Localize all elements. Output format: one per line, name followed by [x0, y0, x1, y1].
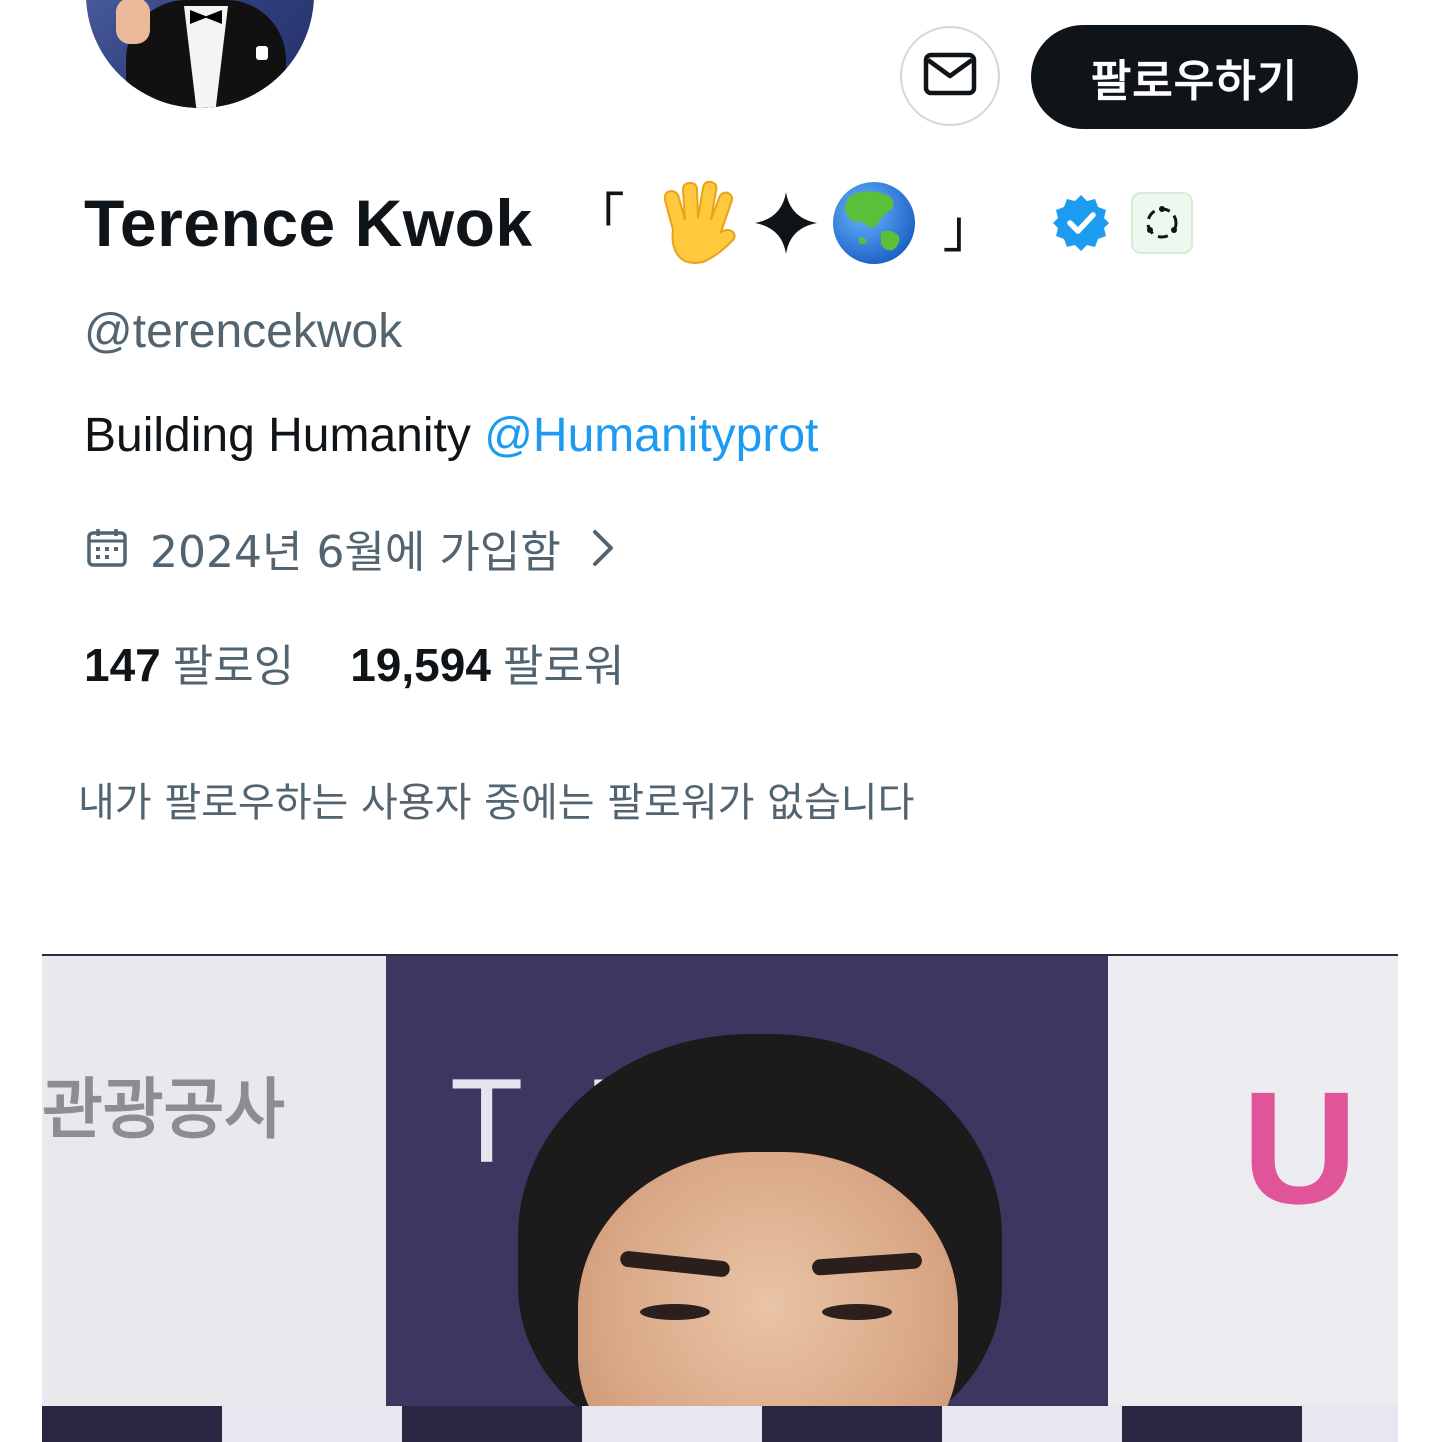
raised-hand-icon	[651, 180, 741, 266]
backdrop-sign-left: 관광공사	[42, 1071, 285, 1148]
name-bracket-open: 「	[572, 189, 625, 249]
photo-backdrop-left	[42, 956, 386, 1442]
follow-button[interactable]: 팔로우하기	[1031, 25, 1358, 129]
bio-text: Building Humanity	[84, 409, 485, 462]
mutual-followers-note: 내가 팔로우하는 사용자 중에는 팔로워가 없습니다	[78, 780, 915, 826]
person-left-eye	[640, 1304, 710, 1320]
person-right-eye	[822, 1304, 892, 1320]
display-name: Terence Kwok	[84, 186, 533, 260]
joined-date-text: 2024년 6월에 가입함	[150, 527, 561, 578]
verified-badge-icon[interactable]	[1051, 193, 1111, 253]
followers-label: 팔로워	[502, 641, 625, 692]
humanity-protocol-badge-icon[interactable]	[1130, 192, 1193, 254]
following-count: 147	[84, 639, 161, 691]
profile-avatar[interactable]	[86, 0, 314, 108]
joined-date-row[interactable]: 2024년 6월에 가입함	[86, 516, 617, 580]
user-handle: @terencekwok	[84, 305, 403, 358]
followers-count: 19,594	[350, 639, 491, 691]
photo-checker-floor	[42, 1406, 1398, 1442]
profile-name-row: Terence Kwok 「 」	[84, 178, 1193, 268]
follow-stats: 147 팔로잉 19,594 팔로워	[84, 630, 624, 694]
avatar-hand	[116, 0, 150, 44]
message-button[interactable]	[900, 26, 1000, 126]
person-face	[578, 1152, 958, 1442]
calendar-icon	[86, 527, 128, 569]
bio-mention-link[interactable]: @Humanityprot	[484, 409, 818, 462]
profile-bio: Building Humanity @Humanityprot	[84, 408, 818, 463]
name-emoji-group: 「 」	[573, 180, 995, 266]
envelope-icon	[922, 51, 978, 101]
followers-stat[interactable]: 19,594 팔로워	[350, 630, 624, 694]
avatar-lapel-pin	[256, 46, 268, 60]
chevron-right-icon	[589, 527, 617, 569]
following-label: 팔로잉	[172, 641, 295, 692]
name-bracket-close: 」	[942, 200, 995, 260]
globe-asia-icon	[831, 180, 917, 266]
media-photo[interactable]: 관광공사 TI R U	[42, 954, 1398, 1442]
sparkle-icon	[753, 190, 819, 256]
following-stat[interactable]: 147 팔로잉	[84, 630, 294, 694]
backdrop-sign-right: U	[1242, 1058, 1358, 1237]
